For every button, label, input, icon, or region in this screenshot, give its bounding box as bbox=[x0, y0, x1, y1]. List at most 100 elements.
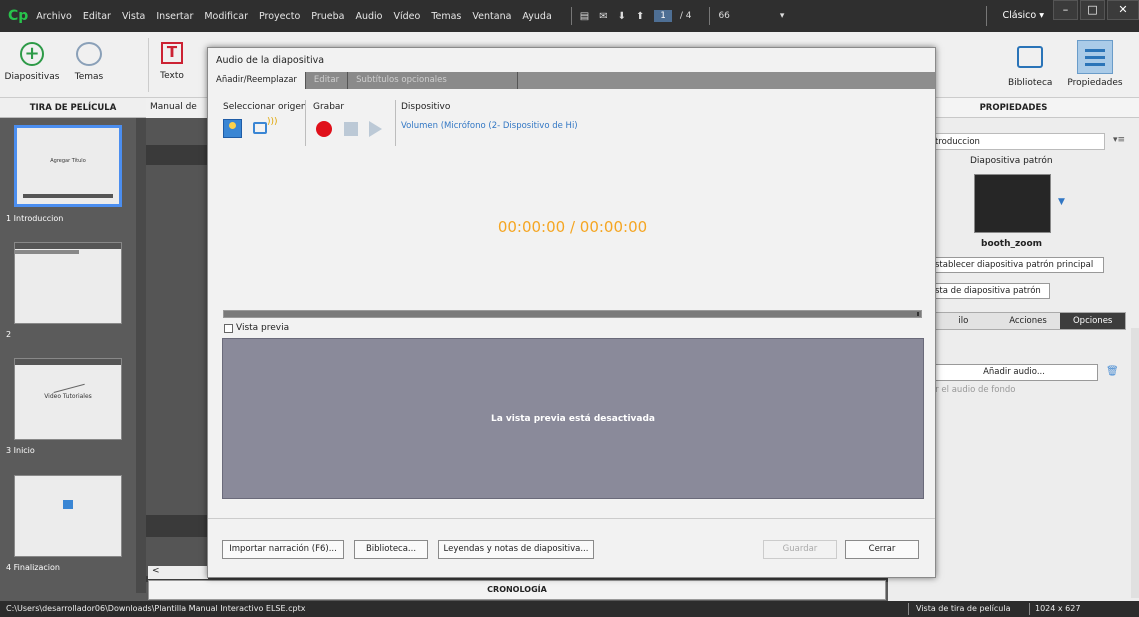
comment-icon[interactable]: ▤ bbox=[580, 11, 589, 22]
toolbar-separator bbox=[148, 38, 149, 92]
properties-icon bbox=[1077, 40, 1113, 74]
zoom-level[interactable]: 66 bbox=[718, 11, 729, 21]
audio-progress-bar[interactable] bbox=[223, 310, 922, 318]
menu-archivo[interactable]: Archivo bbox=[36, 11, 72, 22]
slide-3-label: 3 Inicio bbox=[6, 446, 35, 455]
filmstrip-slide-4[interactable] bbox=[14, 475, 122, 557]
arrow-up-icon[interactable]: ⬆ bbox=[636, 11, 644, 22]
system-audio-source-icon[interactable] bbox=[253, 122, 267, 134]
master-slide-thumbnail[interactable] bbox=[974, 174, 1051, 233]
minimize-icon[interactable]: – bbox=[1053, 0, 1078, 20]
slide-2-header-bar bbox=[15, 243, 121, 249]
master-view-button[interactable]: sta de diapositiva patrón bbox=[930, 283, 1050, 299]
record-button[interactable] bbox=[316, 121, 332, 137]
text-icon: T bbox=[161, 42, 183, 64]
menu-ventana[interactable]: Ventana bbox=[472, 11, 511, 22]
filmstrip-slide-3[interactable]: Video Tutoriales bbox=[14, 358, 122, 440]
tab-options[interactable]: Opciones bbox=[1060, 313, 1126, 329]
filmstrip-slide-2[interactable] bbox=[14, 242, 122, 324]
themes-icon bbox=[76, 42, 102, 66]
menu-prueba[interactable]: Prueba bbox=[311, 11, 344, 22]
add-audio-button[interactable]: Añadir audio... bbox=[930, 364, 1098, 381]
stage-scroll-left[interactable]: < bbox=[148, 566, 208, 579]
slide-4-label: 4 Finalizacion bbox=[6, 563, 60, 572]
properties-scrollbar[interactable] bbox=[1131, 328, 1139, 598]
slide-1-label: 1 Introduccion bbox=[6, 214, 64, 223]
text-label: Texto bbox=[160, 71, 184, 81]
menu-video[interactable]: Vídeo bbox=[394, 11, 421, 22]
section-separator bbox=[305, 100, 306, 146]
master-slide-label: Diapositiva patrón bbox=[970, 156, 1053, 166]
filmstrip-slide-1[interactable]: Agregar Título bbox=[14, 125, 122, 207]
window-controls: – □ ✕ bbox=[1051, 0, 1139, 24]
status-separator bbox=[908, 603, 909, 615]
timecode-display: 00:00:00 / 00:00:00 bbox=[497, 218, 648, 236]
captions-notes-button[interactable]: Leyendas y notas de diapositiva... bbox=[438, 540, 594, 559]
tab-add-replace[interactable]: Añadir/Reemplazar bbox=[208, 72, 306, 89]
workspace-separator bbox=[986, 6, 987, 26]
panel-menu-icon[interactable]: ▾≡ bbox=[1113, 135, 1125, 145]
tab-edit[interactable]: Editar bbox=[305, 72, 349, 89]
tab-actions[interactable]: Acciones bbox=[996, 313, 1061, 329]
dialog-title: Audio de la diapositiva bbox=[216, 55, 325, 66]
stop-button[interactable] bbox=[344, 122, 358, 136]
maximize-icon[interactable]: □ bbox=[1080, 0, 1105, 20]
document-tab[interactable]: Manual de bbox=[146, 98, 210, 118]
library-label: Biblioteca bbox=[1008, 78, 1053, 88]
microphone-source-icon[interactable] bbox=[223, 119, 242, 138]
checkbox-icon[interactable] bbox=[224, 323, 233, 333]
filmstrip-scrollbar[interactable] bbox=[136, 118, 146, 593]
filmstrip-panel: TIRA DE PELÍCULA Agregar Título 1 Introd… bbox=[0, 98, 146, 601]
menu-insertar[interactable]: Insertar bbox=[156, 11, 193, 22]
file-path: C:\Users\desarrollador06\Downloads\Plant… bbox=[6, 604, 306, 613]
slide-1-title: Agregar Título bbox=[50, 158, 86, 164]
close-icon[interactable]: ✕ bbox=[1107, 0, 1139, 20]
slides-button[interactable]: + Diapositivas bbox=[4, 42, 60, 82]
logo-icon bbox=[63, 500, 73, 509]
mail-icon[interactable]: ✉ bbox=[599, 11, 607, 22]
menu-modificar[interactable]: Modificar bbox=[204, 11, 248, 22]
import-narration-button[interactable]: Importar narración (F6)... bbox=[222, 540, 344, 559]
menu-vista[interactable]: Vista bbox=[122, 11, 145, 22]
slide-3-header-bar bbox=[15, 359, 121, 365]
themes-button[interactable]: Temas bbox=[68, 42, 110, 82]
stage-dark-band bbox=[146, 145, 208, 165]
trash-icon[interactable]: 🗑 bbox=[1106, 366, 1119, 377]
library-icon bbox=[1017, 46, 1043, 68]
slide-2-text-line bbox=[15, 250, 79, 254]
timeline-header[interactable]: CRONOLOGÍA bbox=[148, 580, 886, 600]
slide-name-field[interactable]: troduccion bbox=[930, 133, 1105, 150]
master-dropdown-icon[interactable]: ▼ bbox=[1058, 197, 1065, 207]
slides-label: Diapositivas bbox=[4, 72, 60, 82]
menu-proyecto[interactable]: Proyecto bbox=[259, 11, 300, 22]
slide-1-footer bbox=[23, 194, 113, 198]
status-bar: C:\Users\desarrollador06\Downloads\Plant… bbox=[0, 601, 1139, 617]
properties-button[interactable]: Propiedades bbox=[1062, 40, 1128, 88]
save-button[interactable]: Guardar bbox=[763, 540, 837, 559]
record-label: Grabar bbox=[313, 102, 345, 112]
themes-label: Temas bbox=[74, 72, 104, 82]
text-button[interactable]: T Texto bbox=[152, 42, 192, 81]
play-button[interactable] bbox=[369, 121, 382, 137]
preview-checkbox[interactable]: Vista previa bbox=[224, 323, 289, 333]
select-source-label: Seleccionar origen bbox=[223, 102, 307, 112]
tab-subtitles[interactable]: Subtítulos opcionales bbox=[348, 72, 519, 89]
menu-temas[interactable]: Temas bbox=[431, 11, 461, 22]
workspace-switcher[interactable]: Clásico ▾ bbox=[1002, 10, 1044, 21]
app-logo: Cp bbox=[8, 8, 29, 24]
reset-master-button[interactable]: stablecer diapositiva patrón principal bbox=[930, 257, 1104, 273]
menu-editar[interactable]: Editar bbox=[83, 11, 111, 22]
device-link[interactable]: Volumen (Micrófono (2- Dispositivo de Hi… bbox=[401, 121, 578, 131]
menu-ayuda[interactable]: Ayuda bbox=[522, 11, 551, 22]
menu-separator bbox=[570, 7, 572, 25]
menu-audio[interactable]: Audio bbox=[355, 11, 382, 22]
arrow-down-icon[interactable]: ⬇ bbox=[618, 11, 626, 22]
preview-checkbox-label: Vista previa bbox=[236, 323, 290, 333]
library-button[interactable]: Biblioteca bbox=[1008, 46, 1052, 88]
close-button[interactable]: Cerrar bbox=[845, 540, 919, 559]
tab-style[interactable]: ilo bbox=[931, 313, 996, 329]
current-page-field[interactable]: 1 bbox=[654, 10, 672, 22]
zoom-dropdown-icon[interactable]: ▾ bbox=[780, 11, 785, 21]
status-separator bbox=[1029, 603, 1030, 615]
library-dialog-button[interactable]: Biblioteca... bbox=[354, 540, 428, 559]
